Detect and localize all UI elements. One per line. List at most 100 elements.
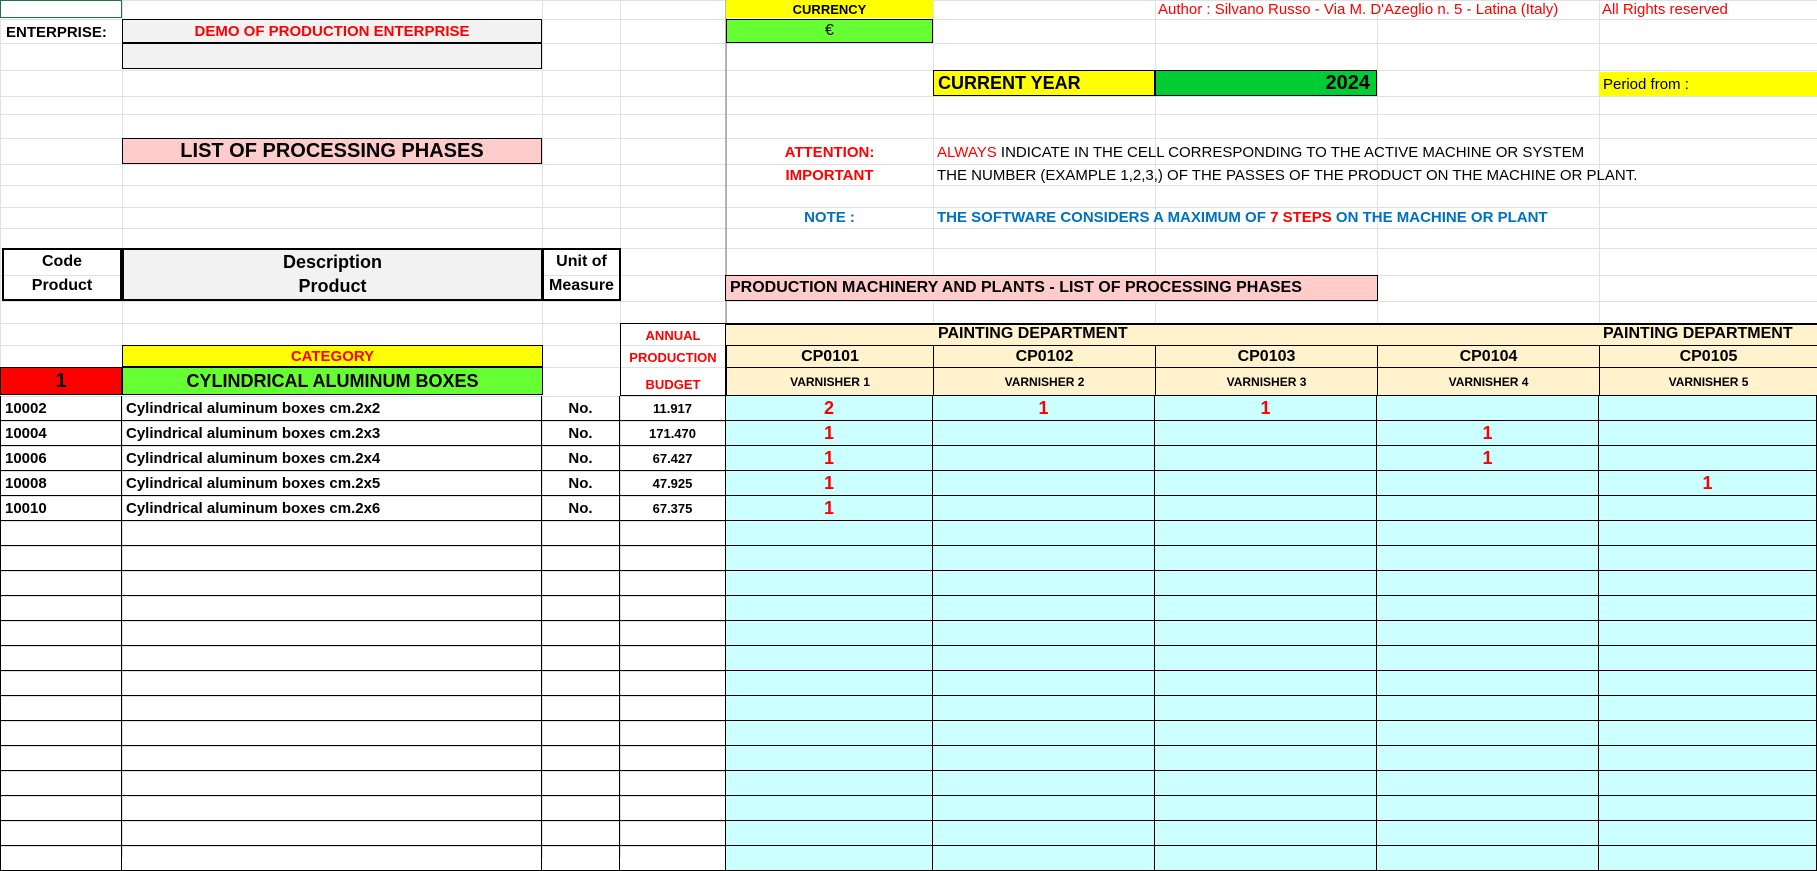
product-budget-cell[interactable] xyxy=(620,521,726,546)
pass-cell[interactable] xyxy=(1599,396,1817,421)
pass-cell[interactable] xyxy=(1599,846,1817,871)
product-unit-cell[interactable]: No. xyxy=(542,496,620,521)
pass-cell[interactable] xyxy=(933,421,1155,446)
pass-cell[interactable] xyxy=(933,821,1155,846)
pass-cell[interactable] xyxy=(726,821,933,846)
pass-cell[interactable] xyxy=(933,696,1155,721)
pass-cell[interactable] xyxy=(1155,546,1377,571)
pass-cell[interactable] xyxy=(1377,796,1599,821)
product-description-cell[interactable] xyxy=(122,721,542,746)
product-unit-cell[interactable]: No. xyxy=(542,446,620,471)
product-unit-cell[interactable] xyxy=(542,846,620,871)
pass-cell[interactable] xyxy=(726,571,933,596)
product-budget-cell[interactable] xyxy=(620,746,726,771)
product-budget-cell[interactable] xyxy=(620,621,726,646)
pass-cell[interactable] xyxy=(1377,746,1599,771)
pass-cell[interactable] xyxy=(1377,621,1599,646)
product-budget-cell[interactable] xyxy=(620,796,726,821)
pass-cell[interactable] xyxy=(726,546,933,571)
product-code-cell[interactable] xyxy=(0,596,122,621)
pass-cell[interactable] xyxy=(1599,621,1817,646)
product-code-cell[interactable] xyxy=(0,621,122,646)
pass-cell[interactable] xyxy=(933,746,1155,771)
pass-cell[interactable] xyxy=(1155,446,1377,471)
product-code-cell[interactable] xyxy=(0,671,122,696)
product-unit-cell[interactable]: No. xyxy=(542,471,620,496)
pass-cell[interactable] xyxy=(933,521,1155,546)
product-description-cell[interactable] xyxy=(122,646,542,671)
pass-cell[interactable] xyxy=(1377,846,1599,871)
pass-cell[interactable] xyxy=(726,796,933,821)
product-budget-cell[interactable] xyxy=(620,546,726,571)
pass-cell[interactable] xyxy=(933,446,1155,471)
pass-cell[interactable] xyxy=(933,721,1155,746)
pass-cell[interactable] xyxy=(933,546,1155,571)
category-number[interactable]: 1 xyxy=(0,367,122,395)
pass-cell[interactable] xyxy=(726,596,933,621)
pass-cell[interactable] xyxy=(1155,771,1377,796)
product-budget-cell[interactable]: 171.470 xyxy=(620,421,726,446)
product-description-cell[interactable] xyxy=(122,571,542,596)
product-unit-cell[interactable] xyxy=(542,771,620,796)
pass-cell[interactable] xyxy=(1599,446,1817,471)
product-unit-cell[interactable] xyxy=(542,821,620,846)
pass-cell[interactable] xyxy=(1155,671,1377,696)
pass-cell[interactable] xyxy=(1377,521,1599,546)
product-description-cell[interactable] xyxy=(122,746,542,771)
product-code-cell[interactable] xyxy=(0,721,122,746)
pass-cell[interactable]: 1 xyxy=(726,421,933,446)
pass-cell[interactable] xyxy=(1377,546,1599,571)
pass-cell[interactable]: 1 xyxy=(1155,396,1377,421)
product-budget-cell[interactable]: 47.925 xyxy=(620,471,726,496)
pass-cell[interactable] xyxy=(726,846,933,871)
product-code-cell[interactable]: 10002 xyxy=(0,396,122,421)
product-description-cell[interactable] xyxy=(122,821,542,846)
product-unit-cell[interactable] xyxy=(542,596,620,621)
pass-cell[interactable] xyxy=(1155,646,1377,671)
pass-cell[interactable]: 1 xyxy=(1377,421,1599,446)
product-budget-cell[interactable]: 67.427 xyxy=(620,446,726,471)
product-budget-cell[interactable] xyxy=(620,596,726,621)
product-description-cell[interactable] xyxy=(122,771,542,796)
pass-cell[interactable] xyxy=(1599,821,1817,846)
product-unit-cell[interactable] xyxy=(542,571,620,596)
pass-cell[interactable] xyxy=(1377,696,1599,721)
currency-symbol-cell[interactable]: € xyxy=(726,19,933,43)
pass-cell[interactable] xyxy=(1155,471,1377,496)
product-unit-cell[interactable] xyxy=(542,521,620,546)
product-code-cell[interactable] xyxy=(0,646,122,671)
pass-cell[interactable]: 1 xyxy=(1377,446,1599,471)
product-unit-cell[interactable] xyxy=(542,671,620,696)
product-budget-cell[interactable]: 67.375 xyxy=(620,496,726,521)
pass-cell[interactable] xyxy=(933,621,1155,646)
pass-cell[interactable] xyxy=(1599,546,1817,571)
pass-cell[interactable] xyxy=(726,621,933,646)
enterprise-extra-cell[interactable] xyxy=(122,43,542,69)
pass-cell[interactable] xyxy=(1377,571,1599,596)
product-code-cell[interactable]: 10006 xyxy=(0,446,122,471)
product-unit-cell[interactable] xyxy=(542,696,620,721)
product-code-cell[interactable] xyxy=(0,821,122,846)
pass-cell[interactable] xyxy=(726,746,933,771)
pass-cell[interactable] xyxy=(1155,521,1377,546)
pass-cell[interactable] xyxy=(1155,721,1377,746)
product-code-cell[interactable] xyxy=(0,696,122,721)
pass-cell[interactable] xyxy=(1599,571,1817,596)
pass-cell[interactable] xyxy=(933,771,1155,796)
pass-cell[interactable] xyxy=(1377,771,1599,796)
pass-cell[interactable] xyxy=(1155,796,1377,821)
pass-cell[interactable] xyxy=(933,846,1155,871)
pass-cell[interactable] xyxy=(1155,846,1377,871)
product-budget-cell[interactable] xyxy=(620,721,726,746)
pass-cell[interactable] xyxy=(1155,621,1377,646)
pass-cell[interactable] xyxy=(1377,471,1599,496)
product-budget-cell[interactable] xyxy=(620,671,726,696)
product-code-cell[interactable] xyxy=(0,521,122,546)
product-code-cell[interactable]: 10008 xyxy=(0,471,122,496)
pass-cell[interactable]: 1 xyxy=(726,471,933,496)
pass-cell[interactable] xyxy=(1599,596,1817,621)
product-code-cell[interactable] xyxy=(0,746,122,771)
product-description-cell[interactable] xyxy=(122,796,542,821)
pass-cell[interactable] xyxy=(1377,396,1599,421)
category-name[interactable]: CYLINDRICAL ALUMINUM BOXES xyxy=(122,367,543,395)
